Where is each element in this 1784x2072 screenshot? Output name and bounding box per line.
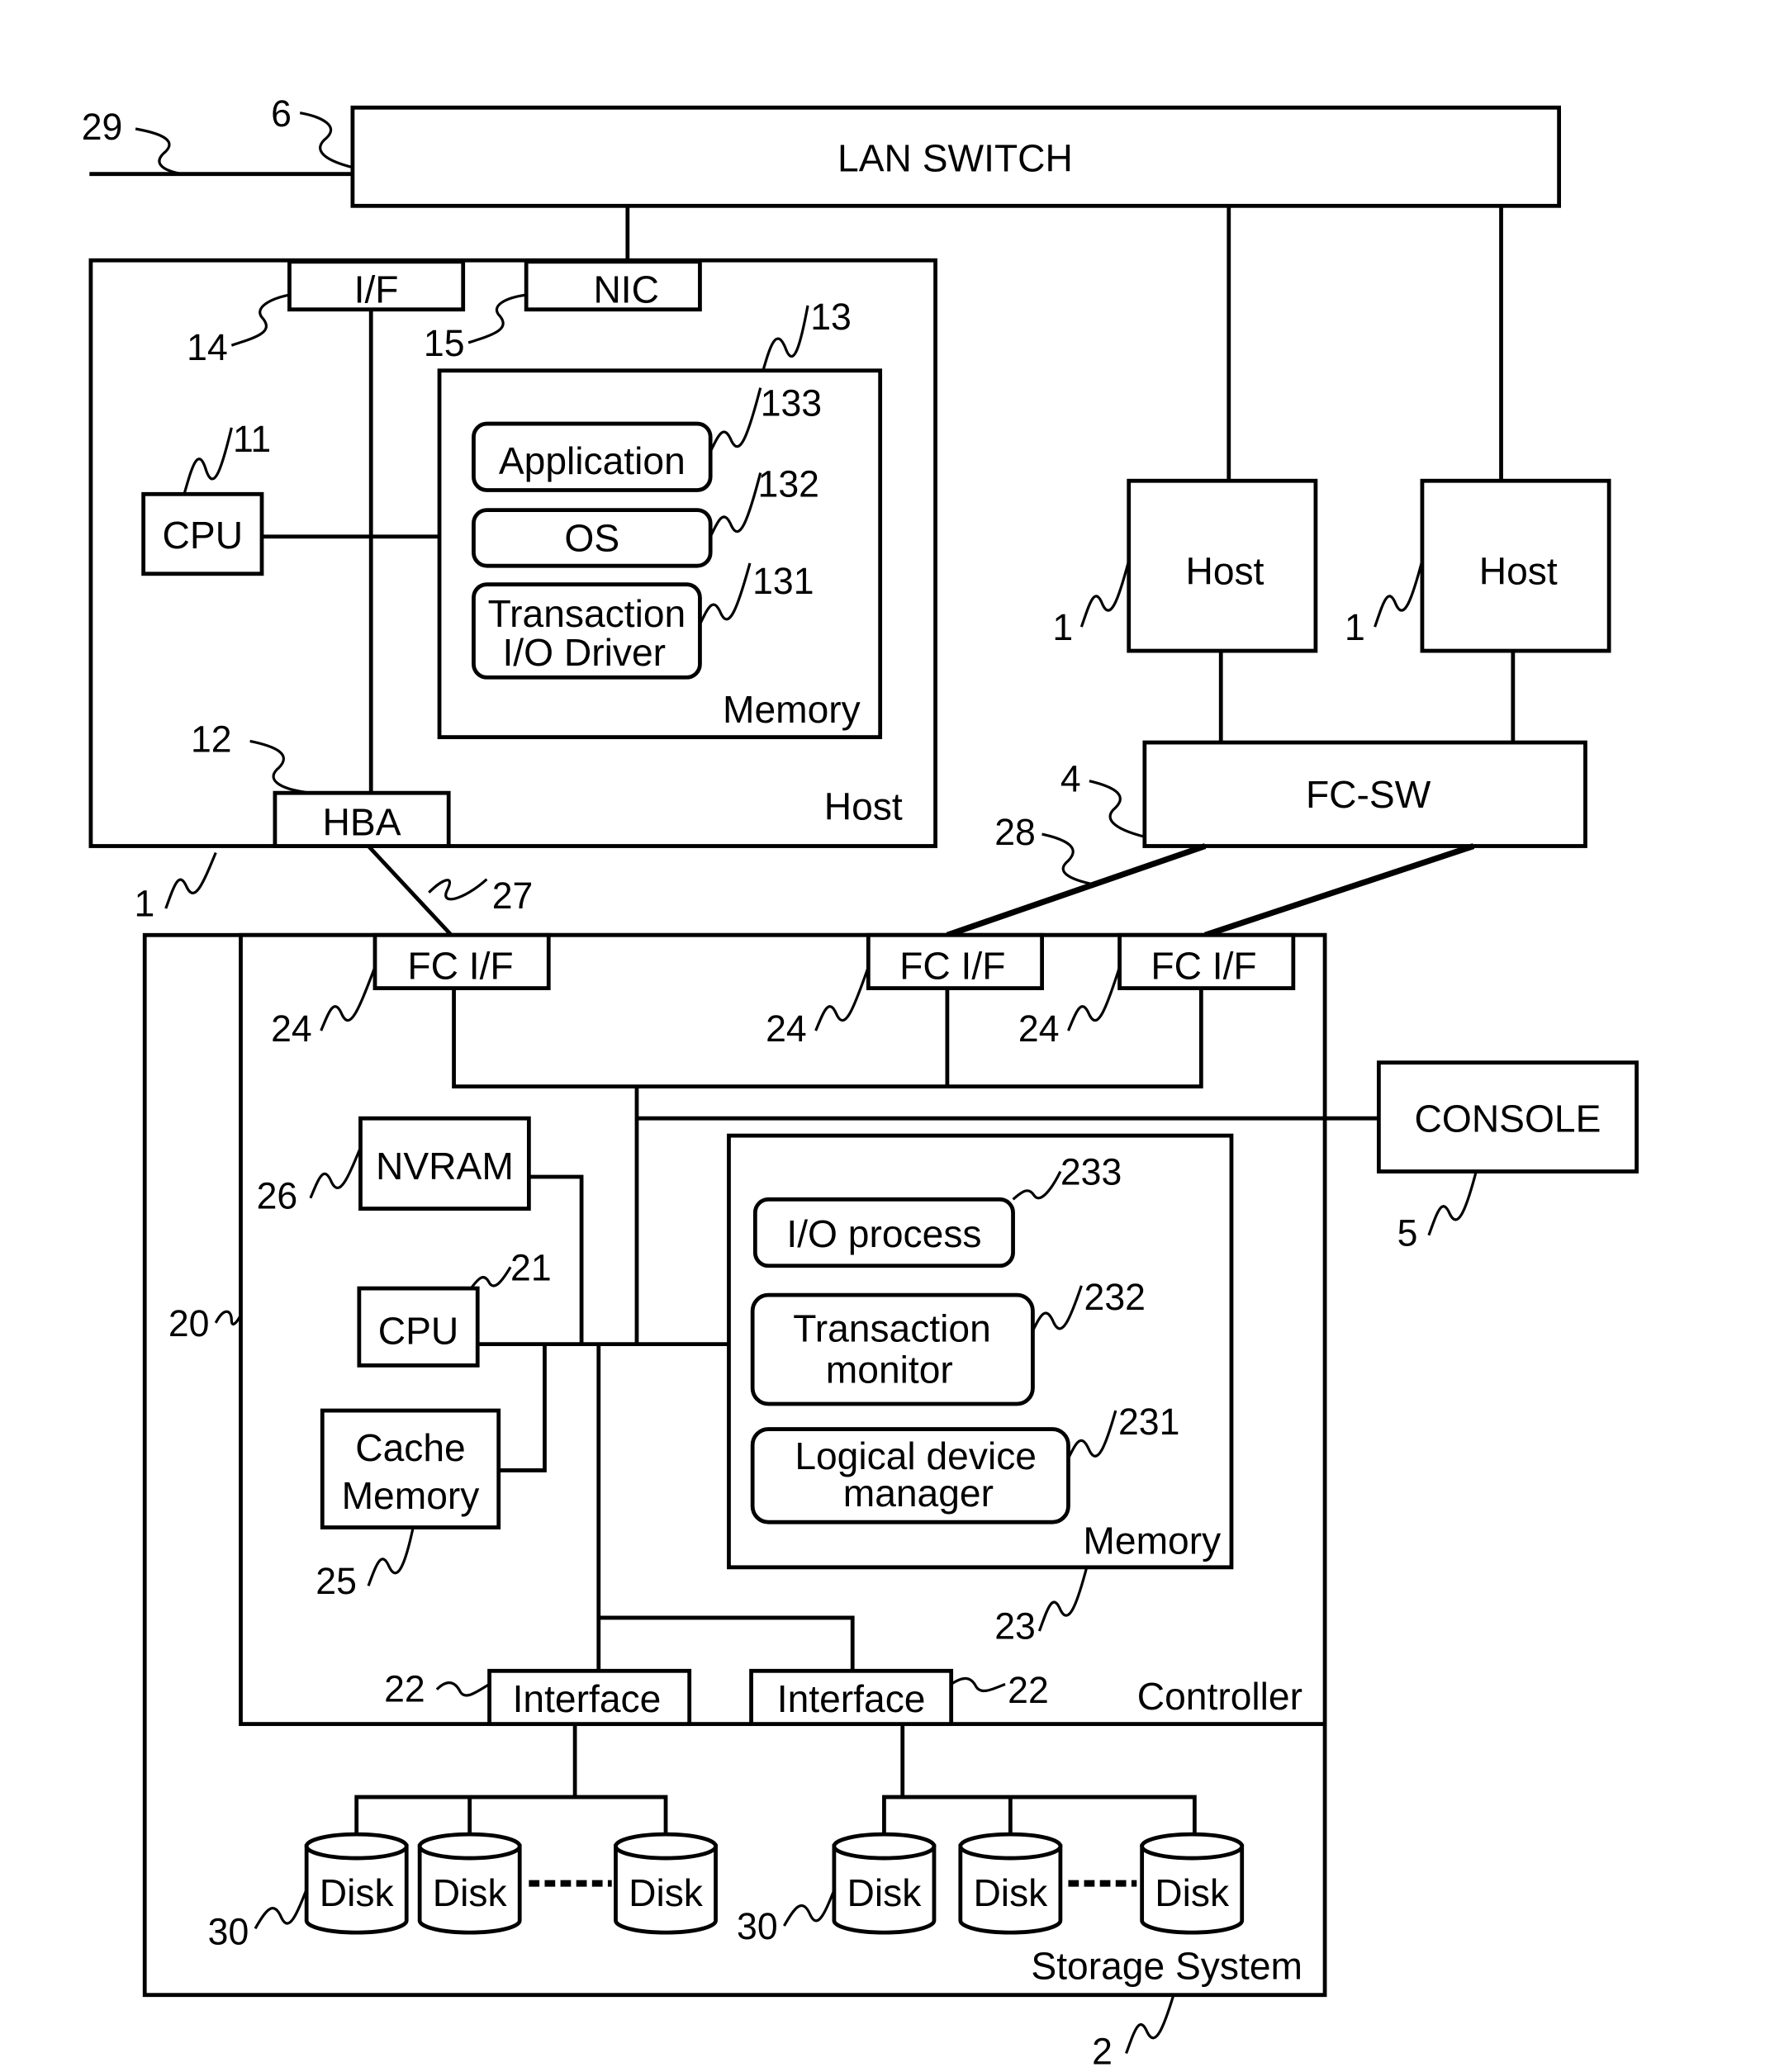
ref-1-host-3: 1 xyxy=(1345,607,1365,648)
io-process-label: I/O process xyxy=(786,1212,981,1255)
interface-1-label: Interface xyxy=(513,1677,662,1720)
interface-2-label: Interface xyxy=(777,1677,926,1720)
ref-20: 20 xyxy=(168,1303,210,1344)
ref-23: 23 xyxy=(994,1605,1036,1647)
ref-14: 14 xyxy=(187,327,228,368)
host-main-label: Host xyxy=(824,785,903,827)
tx-monitor-line1: Transaction xyxy=(793,1306,991,1349)
fcif-3-label: FC I/F xyxy=(1151,944,1256,987)
lan-switch-label: LAN SWITCH xyxy=(837,136,1073,179)
ref-232: 232 xyxy=(1084,1277,1146,1318)
disk-label: Disk xyxy=(433,1871,508,1914)
cache-memory-line2: Memory xyxy=(342,1474,481,1517)
ref-1-host-2: 1 xyxy=(1052,607,1073,648)
disk-top xyxy=(417,1832,522,1861)
fcsw-to-fcif2-link xyxy=(946,843,1207,938)
host-memory-label: Memory xyxy=(723,688,861,731)
ref-132: 132 xyxy=(758,463,819,505)
cache-memory-line1: Cache xyxy=(355,1426,466,1469)
ref-6: 6 xyxy=(271,93,292,135)
ref-15: 15 xyxy=(424,323,465,364)
disk-label: Disk xyxy=(973,1871,1048,1914)
ref-11: 11 xyxy=(233,419,271,460)
ref-12: 12 xyxy=(191,718,232,760)
host-nic-label: NIC xyxy=(593,268,659,311)
ref-29: 29 xyxy=(82,107,123,148)
disk: Disk xyxy=(832,1832,937,1935)
disk: Disk xyxy=(614,1832,718,1935)
host-txdriver-line2: I/O Driver xyxy=(502,631,666,674)
host-hba-label: HBA xyxy=(323,800,401,843)
console-label: CONSOLE xyxy=(1415,1097,1601,1140)
disk-label: Disk xyxy=(847,1871,923,1914)
ref-24-b: 24 xyxy=(766,1008,807,1050)
ref-28-squiggle xyxy=(1041,832,1095,886)
disk-label: Disk xyxy=(1155,1871,1230,1914)
ref-231: 231 xyxy=(1118,1401,1179,1443)
host-if-label: I/F xyxy=(354,268,399,311)
fcsw-to-fcif3-link xyxy=(1203,843,1475,938)
console: CONSOLE 5 xyxy=(1376,1060,1639,1254)
disk-top xyxy=(304,1832,409,1861)
host-txdriver-line1: Transaction xyxy=(488,592,686,635)
ref-2: 2 xyxy=(1092,2031,1113,2072)
fcif-1-label: FC I/F xyxy=(407,944,513,987)
ref-133: 133 xyxy=(761,382,822,424)
nvram-label: NVRAM xyxy=(376,1145,514,1188)
ref-24-c: 24 xyxy=(1018,1008,1060,1050)
ref-22-a: 22 xyxy=(384,1668,425,1709)
disk-top xyxy=(1140,1832,1245,1861)
ref-13: 13 xyxy=(810,296,852,338)
ref-25: 25 xyxy=(316,1561,357,1602)
storage-system-diagram: 29 LAN SWITCH 6 Host I/F 14 NIC 15 CPU 1… xyxy=(82,93,1639,2072)
disk: Disk xyxy=(1140,1832,1245,1935)
host-cpu-label: CPU xyxy=(163,514,244,557)
disk-label: Disk xyxy=(629,1871,704,1914)
host-3-label: Host xyxy=(1479,549,1558,592)
disk: Disk xyxy=(417,1832,522,1935)
host-2: Host 1 xyxy=(1052,478,1318,653)
lan-switch: LAN SWITCH 6 xyxy=(271,93,1561,208)
ctrl-memory-label: Memory xyxy=(1083,1520,1222,1562)
ref-22-b: 22 xyxy=(1008,1670,1049,1711)
ref-30-b: 30 xyxy=(737,1906,778,1947)
fc-switch-label: FC-SW xyxy=(1306,773,1431,816)
ref-4: 4 xyxy=(1060,758,1081,799)
fcif-2-label: FC I/F xyxy=(899,944,1005,987)
host-2-label: Host xyxy=(1186,549,1264,592)
ref-1-squiggle xyxy=(164,851,217,909)
host-main: Host I/F 14 NIC 15 CPU 11 HBA 12 Memory … xyxy=(88,258,937,848)
ref-26: 26 xyxy=(257,1175,298,1216)
ref-27-squiggle xyxy=(428,878,488,901)
ref-131: 131 xyxy=(752,561,814,602)
ref-28: 28 xyxy=(994,812,1036,853)
ldm-line2: manager xyxy=(843,1472,994,1515)
controller-label: Controller xyxy=(1137,1675,1302,1718)
host-3: Host 1 xyxy=(1345,478,1611,653)
disk-label: Disk xyxy=(320,1871,395,1914)
ref-21: 21 xyxy=(510,1247,552,1288)
fc-switch: FC-SW 4 xyxy=(1060,740,1587,848)
ref-30-a: 30 xyxy=(208,1911,249,1952)
hba-to-fcif1-link xyxy=(367,844,453,936)
disk-top xyxy=(614,1832,718,1861)
ref-5: 5 xyxy=(1397,1212,1418,1254)
ref-233: 233 xyxy=(1060,1151,1122,1192)
ref-24-a: 24 xyxy=(271,1008,312,1050)
disk: Disk xyxy=(958,1832,1063,1935)
ref-2-squiggle xyxy=(1125,1994,1175,2055)
tx-monitor-line2: monitor xyxy=(826,1348,953,1391)
disk-top xyxy=(958,1832,1063,1861)
storage-system-label: Storage System xyxy=(1031,1944,1302,1987)
host-os-label: OS xyxy=(564,516,619,559)
host-app-label: Application xyxy=(499,439,686,482)
ref-27: 27 xyxy=(492,875,534,917)
ctrl-cpu-label: CPU xyxy=(378,1309,459,1352)
disk-top xyxy=(832,1832,937,1861)
controller: Controller 20 FC I/F 24 FC I/F 24 FC I/F… xyxy=(168,932,1379,1727)
ref-1-host-main: 1 xyxy=(134,884,154,925)
disk: Disk xyxy=(304,1832,409,1935)
